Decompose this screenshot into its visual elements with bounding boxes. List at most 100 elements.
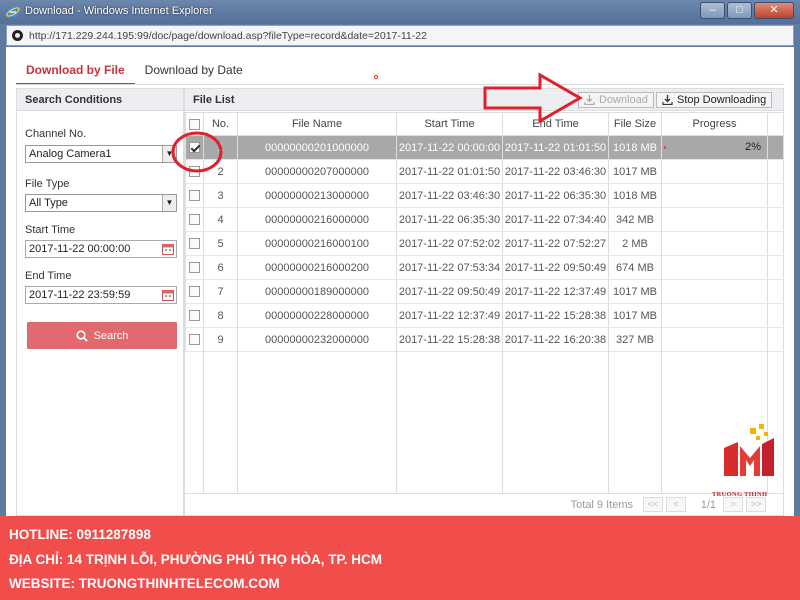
cell-file-name: 00000000216000200 bbox=[237, 255, 397, 280]
cell-no: 2 bbox=[203, 159, 238, 184]
row-select-cell bbox=[185, 303, 204, 328]
cell-start-time: 2017-11-22 12:37:49 bbox=[396, 303, 503, 328]
column-header[interactable]: End Time bbox=[502, 112, 609, 136]
table-row[interactable]: 3 00000000213000000 2017-11-22 03:46:30 201… bbox=[185, 183, 784, 208]
column-header[interactable]: File Name bbox=[237, 112, 397, 136]
table-row[interactable]: 4 00000000216000000 2017-11-22 06:35:30 201… bbox=[185, 207, 784, 232]
tab-download-by-file[interactable]: Download by File bbox=[16, 57, 135, 85]
calendar-icon[interactable] bbox=[162, 289, 174, 301]
cell-no: 4 bbox=[203, 207, 238, 232]
cell-end-time: 2017-11-22 09:50:49 bbox=[502, 255, 609, 280]
cell-no: 7 bbox=[203, 279, 238, 304]
minimize-button[interactable]: – bbox=[700, 2, 725, 19]
row-checkbox[interactable] bbox=[189, 190, 200, 202]
select-all-checkbox[interactable] bbox=[189, 118, 200, 130]
scroll-gutter bbox=[767, 135, 784, 160]
cell-no: 5 bbox=[203, 231, 238, 256]
progress-bar bbox=[664, 146, 666, 149]
cell-start-time: 2017-11-22 01:01:50 bbox=[396, 159, 503, 184]
table-row[interactable]: 2 00000000207000000 2017-11-22 01:01:50 201… bbox=[185, 159, 784, 184]
download-icon bbox=[584, 95, 595, 105]
end-time-field[interactable]: 2017-11-22 23:59:59 bbox=[25, 286, 177, 304]
scrollbar-header bbox=[767, 112, 784, 136]
row-select-cell bbox=[185, 183, 204, 208]
cell-file-name: 00000000216000000 bbox=[237, 207, 397, 232]
table-empty-area bbox=[185, 330, 783, 495]
scroll-gutter bbox=[767, 279, 784, 304]
cell-file-name: 00000000213000000 bbox=[237, 183, 397, 208]
row-checkbox[interactable] bbox=[189, 142, 200, 154]
table-footer: Total 9 Items << < 1/1 > >> bbox=[185, 493, 783, 515]
row-checkbox[interactable] bbox=[189, 238, 200, 250]
chevron-down-icon: ▼ bbox=[162, 195, 176, 211]
cell-file-size: 674 MB bbox=[608, 255, 662, 280]
cell-file-size: 1017 MB bbox=[608, 279, 662, 304]
cell-end-time: 2017-11-22 03:46:30 bbox=[502, 159, 609, 184]
address-bar[interactable]: http://171.229.244.195:99/doc/page/downl… bbox=[6, 25, 794, 46]
banner-hotline: HOTLINE: 0911287898 bbox=[9, 527, 151, 542]
start-time-field[interactable]: 2017-11-22 00:00:00 bbox=[25, 240, 177, 258]
row-checkbox[interactable] bbox=[189, 214, 200, 226]
cell-end-time: 2017-11-22 06:35:30 bbox=[502, 183, 609, 208]
calendar-icon[interactable] bbox=[162, 243, 174, 255]
maximize-button[interactable]: □ bbox=[727, 2, 752, 19]
window-title: Download - Windows Internet Explorer bbox=[25, 5, 213, 17]
banner-address: ĐỊA CHỈ: 14 TRỊNH LỖI, PHƯỜNG PHÚ THỌ HÒ… bbox=[9, 551, 382, 567]
search-button-label: Search bbox=[93, 329, 129, 342]
row-select-cell bbox=[185, 231, 204, 256]
channel-value: Analog Camera1 bbox=[29, 148, 112, 160]
cell-end-time: 2017-11-22 01:01:50 bbox=[502, 135, 609, 160]
download-button[interactable]: Download bbox=[578, 92, 654, 108]
end-time-label: End Time bbox=[25, 270, 72, 282]
first-page-button[interactable]: << bbox=[643, 497, 663, 512]
filetype-select[interactable]: All Type ▼ bbox=[25, 194, 177, 212]
search-button[interactable]: Search bbox=[27, 322, 177, 349]
cell-file-size: 1017 MB bbox=[608, 159, 662, 184]
table-row[interactable]: 6 00000000216000200 2017-11-22 07:53:34 201… bbox=[185, 255, 784, 280]
cell-file-name: 00000000189000000 bbox=[237, 279, 397, 304]
column-header[interactable]: Start Time bbox=[396, 112, 503, 136]
file-list-header: File List Download Stop Downloading bbox=[185, 89, 783, 111]
column-header[interactable]: File Size bbox=[608, 112, 662, 136]
cell-progress bbox=[661, 159, 768, 184]
cell-start-time: 2017-11-22 07:53:34 bbox=[396, 255, 503, 280]
chevron-down-icon: ▼ bbox=[162, 146, 176, 162]
cell-file-name: 00000000228000000 bbox=[237, 303, 397, 328]
total-items: Total 9 Items bbox=[570, 499, 633, 511]
cell-progress bbox=[661, 303, 768, 328]
table-row[interactable]: 7 00000000189000000 2017-11-22 09:50:49 201… bbox=[185, 279, 784, 304]
file-table: No. File Name Start Time End Time File S… bbox=[185, 112, 784, 352]
close-button[interactable]: ✕ bbox=[754, 2, 794, 19]
tab-download-by-date[interactable]: Download by Date bbox=[135, 57, 253, 85]
window-titlebar: Download - Windows Internet Explorer – □… bbox=[0, 0, 800, 24]
cell-progress bbox=[661, 183, 768, 208]
cell-start-time: 2017-11-22 06:35:30 bbox=[396, 207, 503, 232]
row-checkbox[interactable] bbox=[189, 166, 200, 178]
cell-file-name: 00000000216000100 bbox=[237, 231, 397, 256]
contact-banner: HOTLINE: 0911287898 ĐỊA CHỈ: 14 TRỊNH LỖ… bbox=[0, 516, 800, 600]
row-checkbox[interactable] bbox=[189, 262, 200, 274]
cell-file-size: 1018 MB bbox=[608, 183, 662, 208]
channel-label: Channel No. bbox=[25, 128, 87, 140]
table-header-row: No. File Name Start Time End Time File S… bbox=[185, 112, 784, 136]
column-header[interactable]: Progress bbox=[661, 112, 768, 136]
channel-select[interactable]: Analog Camera1 ▼ bbox=[25, 145, 177, 163]
prev-page-button[interactable]: < bbox=[666, 497, 686, 512]
start-time-value: 2017-11-22 00:00:00 bbox=[29, 243, 131, 255]
table-row[interactable]: 5 00000000216000100 2017-11-22 07:52:02 201… bbox=[185, 231, 784, 256]
logo-text: TRUONG THINH bbox=[712, 491, 768, 498]
file-list-panel: File List Download Stop Downloading No. … bbox=[184, 88, 784, 516]
cell-progress bbox=[661, 207, 768, 232]
stop-downloading-button[interactable]: Stop Downloading bbox=[656, 92, 773, 108]
table-row[interactable]: 1 00000000201000000 2017-11-22 00:00:00 201… bbox=[185, 135, 784, 160]
row-checkbox[interactable] bbox=[189, 286, 200, 298]
stop-downloading-label: Stop Downloading bbox=[677, 94, 767, 106]
scroll-gutter bbox=[767, 303, 784, 328]
table-row[interactable]: 8 00000000228000000 2017-11-22 12:37:49 201… bbox=[185, 303, 784, 328]
cell-end-time: 2017-11-22 12:37:49 bbox=[502, 279, 609, 304]
page-content: Download by File Download by Date Search… bbox=[6, 47, 794, 516]
cell-start-time: 2017-11-22 00:00:00 bbox=[396, 135, 503, 160]
row-checkbox[interactable] bbox=[189, 310, 200, 322]
scroll-gutter bbox=[767, 207, 784, 232]
column-header[interactable]: No. bbox=[203, 112, 238, 136]
